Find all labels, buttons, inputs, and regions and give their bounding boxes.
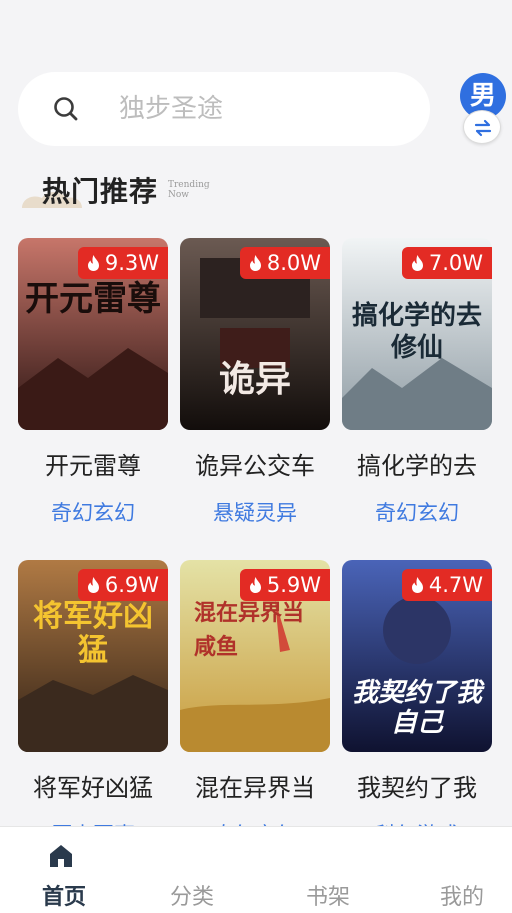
tab-bookshelf[interactable]: 书架: [264, 827, 392, 913]
cover-title-text: 开元雷尊: [25, 279, 161, 319]
book-title[interactable]: 搞化学的去: [342, 446, 492, 481]
heat-badge: 5.9W: [239, 569, 330, 601]
flame-icon: [249, 255, 261, 271]
home-icon: [50, 845, 72, 867]
heat-count: 5.9W: [266, 573, 321, 597]
tab-category[interactable]: 分类: [128, 827, 256, 913]
flame-icon: [87, 577, 99, 593]
tab-home[interactable]: 首页: [0, 827, 128, 913]
heat-count: 6.9W: [104, 573, 159, 597]
search-input[interactable]: 独步圣途: [119, 72, 223, 146]
book-title[interactable]: 我契约了我: [342, 768, 492, 803]
cover-title-text: 搞化学的去修仙: [351, 301, 482, 363]
flame-icon: [411, 577, 423, 593]
book-card[interactable]: 开元雷尊 9.3W 开元雷尊 奇幻玄幻: [18, 238, 168, 527]
heat-badge: 7.0W: [401, 247, 492, 279]
cover-title-text: 诡异: [218, 358, 291, 400]
section-header: 热门推荐 Trending Now: [18, 168, 258, 212]
book-card[interactable]: 诡异 8.0W 诡异公交车 悬疑灵异: [180, 238, 330, 527]
search-bar[interactable]: 独步圣途: [18, 72, 430, 146]
heat-badge: 9.3W: [77, 247, 168, 279]
book-cover[interactable]: 开元雷尊 9.3W: [18, 238, 168, 430]
book-card[interactable]: 我契约了我自己 4.7W 我契约了我 科幻游戏: [342, 560, 492, 849]
tab-label: 分类: [169, 885, 214, 910]
book-title[interactable]: 诡异公交车: [180, 446, 330, 481]
heat-count: 8.0W: [266, 251, 321, 275]
heat-badge: 4.7W: [401, 569, 492, 601]
heat-count: 4.7W: [428, 573, 483, 597]
heat-count: 7.0W: [428, 251, 483, 275]
book-genre[interactable]: 奇幻玄幻: [18, 497, 168, 527]
cover-title-text: 我契约了我自己: [351, 678, 482, 738]
swap-arrows-icon: [474, 119, 492, 137]
book-cover[interactable]: 混在异界当咸鱼 5.9W: [180, 560, 330, 752]
book-cover[interactable]: 将军好凶猛 6.9W: [18, 560, 168, 752]
flame-icon: [249, 577, 261, 593]
book-card[interactable]: 混在异界当咸鱼 5.9W 混在异界当 奇幻玄幻: [180, 560, 330, 849]
tab-label: 书架: [305, 885, 350, 910]
book-genre[interactable]: 奇幻玄幻: [342, 497, 492, 527]
book-title[interactable]: 将军好凶猛: [18, 768, 168, 803]
tab-label: 我的: [439, 885, 484, 910]
book-cover[interactable]: 诡异 8.0W: [180, 238, 330, 430]
book-card[interactable]: 将军好凶猛 6.9W 将军好凶猛 历史军事: [18, 560, 168, 849]
section-title: 热门推荐: [42, 175, 159, 208]
heat-badge: 8.0W: [239, 247, 330, 279]
gender-switch-button[interactable]: [463, 110, 501, 144]
flame-icon: [411, 255, 423, 271]
heat-badge: 6.9W: [77, 569, 168, 601]
flame-icon: [87, 255, 99, 271]
tab-label: 首页: [41, 885, 86, 910]
section-subtitle: Trending Now: [168, 180, 210, 200]
bottom-tab-bar: 首页 分类 书架 我的: [0, 826, 512, 913]
search-icon: [54, 97, 78, 121]
book-title[interactable]: 混在异界当: [180, 768, 330, 803]
book-cover[interactable]: 搞化学的去修仙 7.0W: [342, 238, 492, 430]
cover-title-text: 混在异界当咸鱼: [194, 600, 305, 660]
book-cover[interactable]: 我契约了我自己 4.7W: [342, 560, 492, 752]
book-genre[interactable]: 悬疑灵异: [180, 497, 330, 527]
tab-mine[interactable]: 我的: [398, 827, 512, 913]
cover-title-text: 将军好凶猛: [33, 599, 153, 668]
heat-count: 9.3W: [104, 251, 159, 275]
book-title[interactable]: 开元雷尊: [18, 446, 168, 481]
book-card[interactable]: 搞化学的去修仙 7.0W 搞化学的去 奇幻玄幻: [342, 238, 492, 527]
